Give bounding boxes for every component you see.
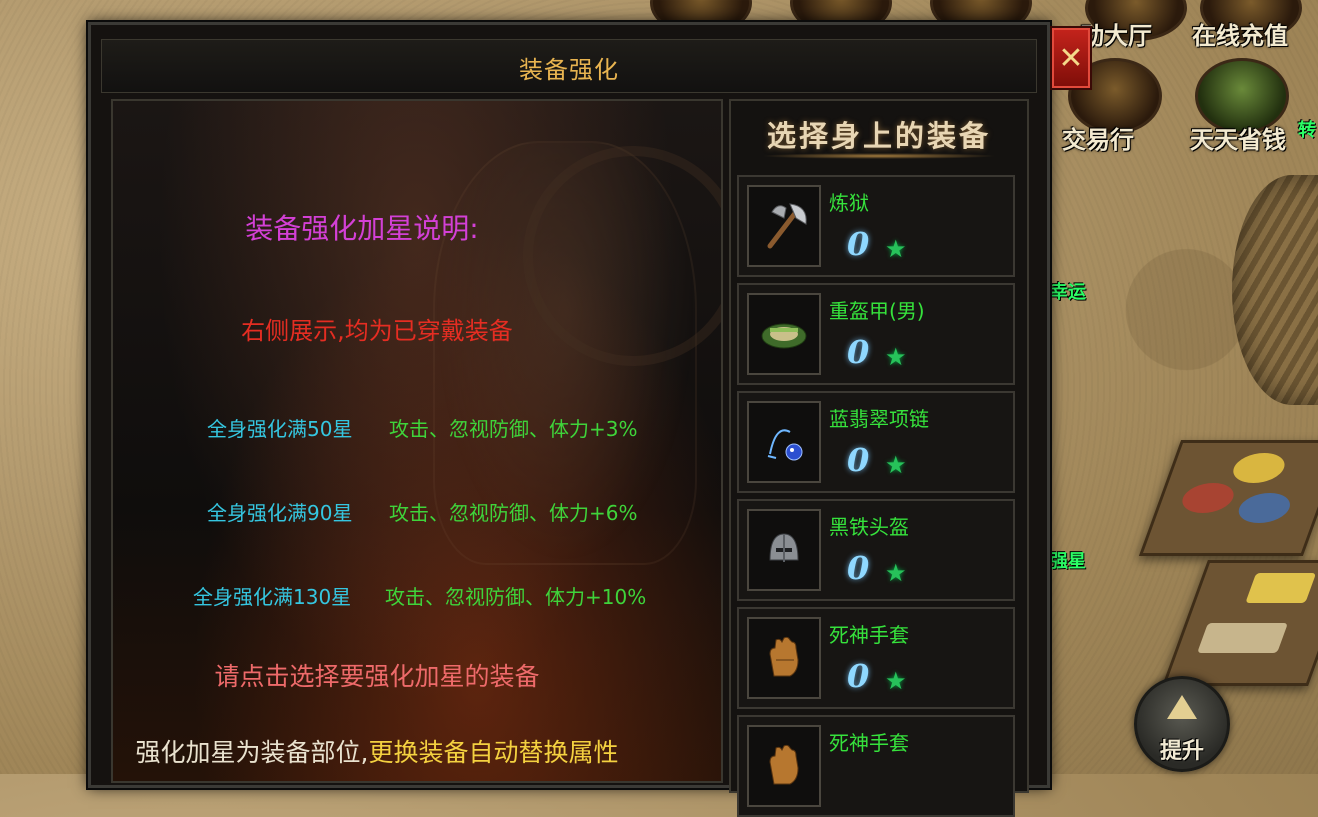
- star-count: 0: [847, 441, 870, 479]
- glove-icon: [769, 636, 799, 677]
- close-button[interactable]: ✕: [1050, 26, 1092, 90]
- star-icon: ★: [885, 235, 907, 263]
- star-icon: ★: [885, 343, 907, 371]
- star-icon: ★: [885, 451, 907, 479]
- upgrade-label: 提升: [1159, 739, 1204, 764]
- item-slot: [747, 401, 821, 483]
- item-name: 炼狱: [829, 191, 869, 215]
- item-name: 重盔甲(男): [829, 299, 925, 323]
- trade-label[interactable]: 交易行: [1062, 120, 1134, 155]
- window-title: 装备强化: [519, 56, 619, 84]
- equipment-item[interactable]: 重盔甲(男) 0 ★: [737, 283, 1015, 385]
- equipment-pane: 选择身上的装备 炼狱 0 ★ 重盔甲(男) 0 ★ 蓝翡翠项链 0 ★ 黑铁头盔…: [729, 99, 1029, 817]
- side-text-star: 强星: [1050, 551, 1086, 572]
- select-hint: 请点击选择要强化加星的装备: [214, 662, 540, 691]
- daily-save-label[interactable]: 天天省钱: [1190, 120, 1286, 155]
- worn-notice: 右侧展示,均为已穿戴装备: [241, 317, 513, 345]
- item-slot: [747, 185, 821, 267]
- tier-bonus: 攻击、忽视防御、体力+6%: [389, 501, 638, 525]
- side-text-transfer: 转: [1298, 120, 1316, 141]
- footer-part-1: 强化加星为装备部位,: [135, 738, 369, 767]
- equipment-item[interactable]: 死神手套 0 ★: [737, 607, 1015, 709]
- axe-icon: [767, 203, 807, 249]
- enhance-window: 装备强化 装备强化加星说明: 右侧展示,均为已穿戴装备 全身强化满50星 攻击、…: [88, 22, 1050, 817]
- item-name: 死神手套: [829, 623, 909, 647]
- up-arrow-icon: [1167, 695, 1197, 719]
- header-glow: [761, 153, 997, 159]
- equipment-header: 选择身上的装备: [766, 119, 991, 153]
- item-slot: [747, 617, 821, 699]
- item-name: 死神手套: [829, 731, 909, 755]
- tier-bonus: 攻击、忽视防御、体力+3%: [389, 417, 638, 441]
- equipment-item[interactable]: 死神手套: [737, 715, 1015, 817]
- star-count: 0: [847, 333, 870, 371]
- tier-label: 全身强化满90星: [207, 501, 353, 525]
- side-text-luck: 幸运: [1050, 282, 1086, 303]
- item-slot: [747, 293, 821, 375]
- item-name: 蓝翡翠项链: [829, 407, 929, 431]
- armor-icon: [761, 323, 807, 349]
- item-name: 黑铁头盔: [829, 515, 909, 539]
- star-count: 0: [847, 225, 870, 263]
- title-bar: 装备强化: [101, 39, 1037, 93]
- star-icon: ★: [885, 667, 907, 695]
- info-heading: 装备强化加星说明:: [245, 212, 479, 245]
- star-count: 0: [847, 657, 870, 695]
- tier-label: 全身强化满50星: [207, 417, 353, 441]
- footer-note: 强化加星为装备部位,更换装备自动替换属性: [113, 733, 721, 769]
- info-pane: 装备强化加星说明: 右侧展示,均为已穿戴装备 全身强化满50星 攻击、忽视防御、…: [111, 99, 723, 783]
- recharge-label[interactable]: 在线充值: [1192, 16, 1288, 51]
- helmet-icon: [769, 533, 799, 562]
- equipment-item[interactable]: 蓝翡翠项链 0 ★: [737, 391, 1015, 493]
- necklace-icon: [767, 429, 803, 461]
- equipment-item[interactable]: 黑铁头盔 0 ★: [737, 499, 1015, 601]
- glove-icon: [769, 744, 799, 785]
- tier-label: 全身强化满130星: [193, 585, 352, 609]
- tier-bonus: 攻击、忽视防御、体力+10%: [385, 585, 647, 609]
- upgrade-button[interactable]: 提升: [1134, 676, 1230, 772]
- item-slot: [747, 725, 821, 807]
- star-icon: ★: [885, 559, 907, 587]
- footer-part-2: 更换装备自动替换属性: [368, 738, 619, 767]
- close-icon: ✕: [1058, 40, 1084, 76]
- equipment-item[interactable]: 炼狱 0 ★: [737, 175, 1015, 277]
- star-count: 0: [847, 549, 870, 587]
- item-slot: [747, 509, 821, 591]
